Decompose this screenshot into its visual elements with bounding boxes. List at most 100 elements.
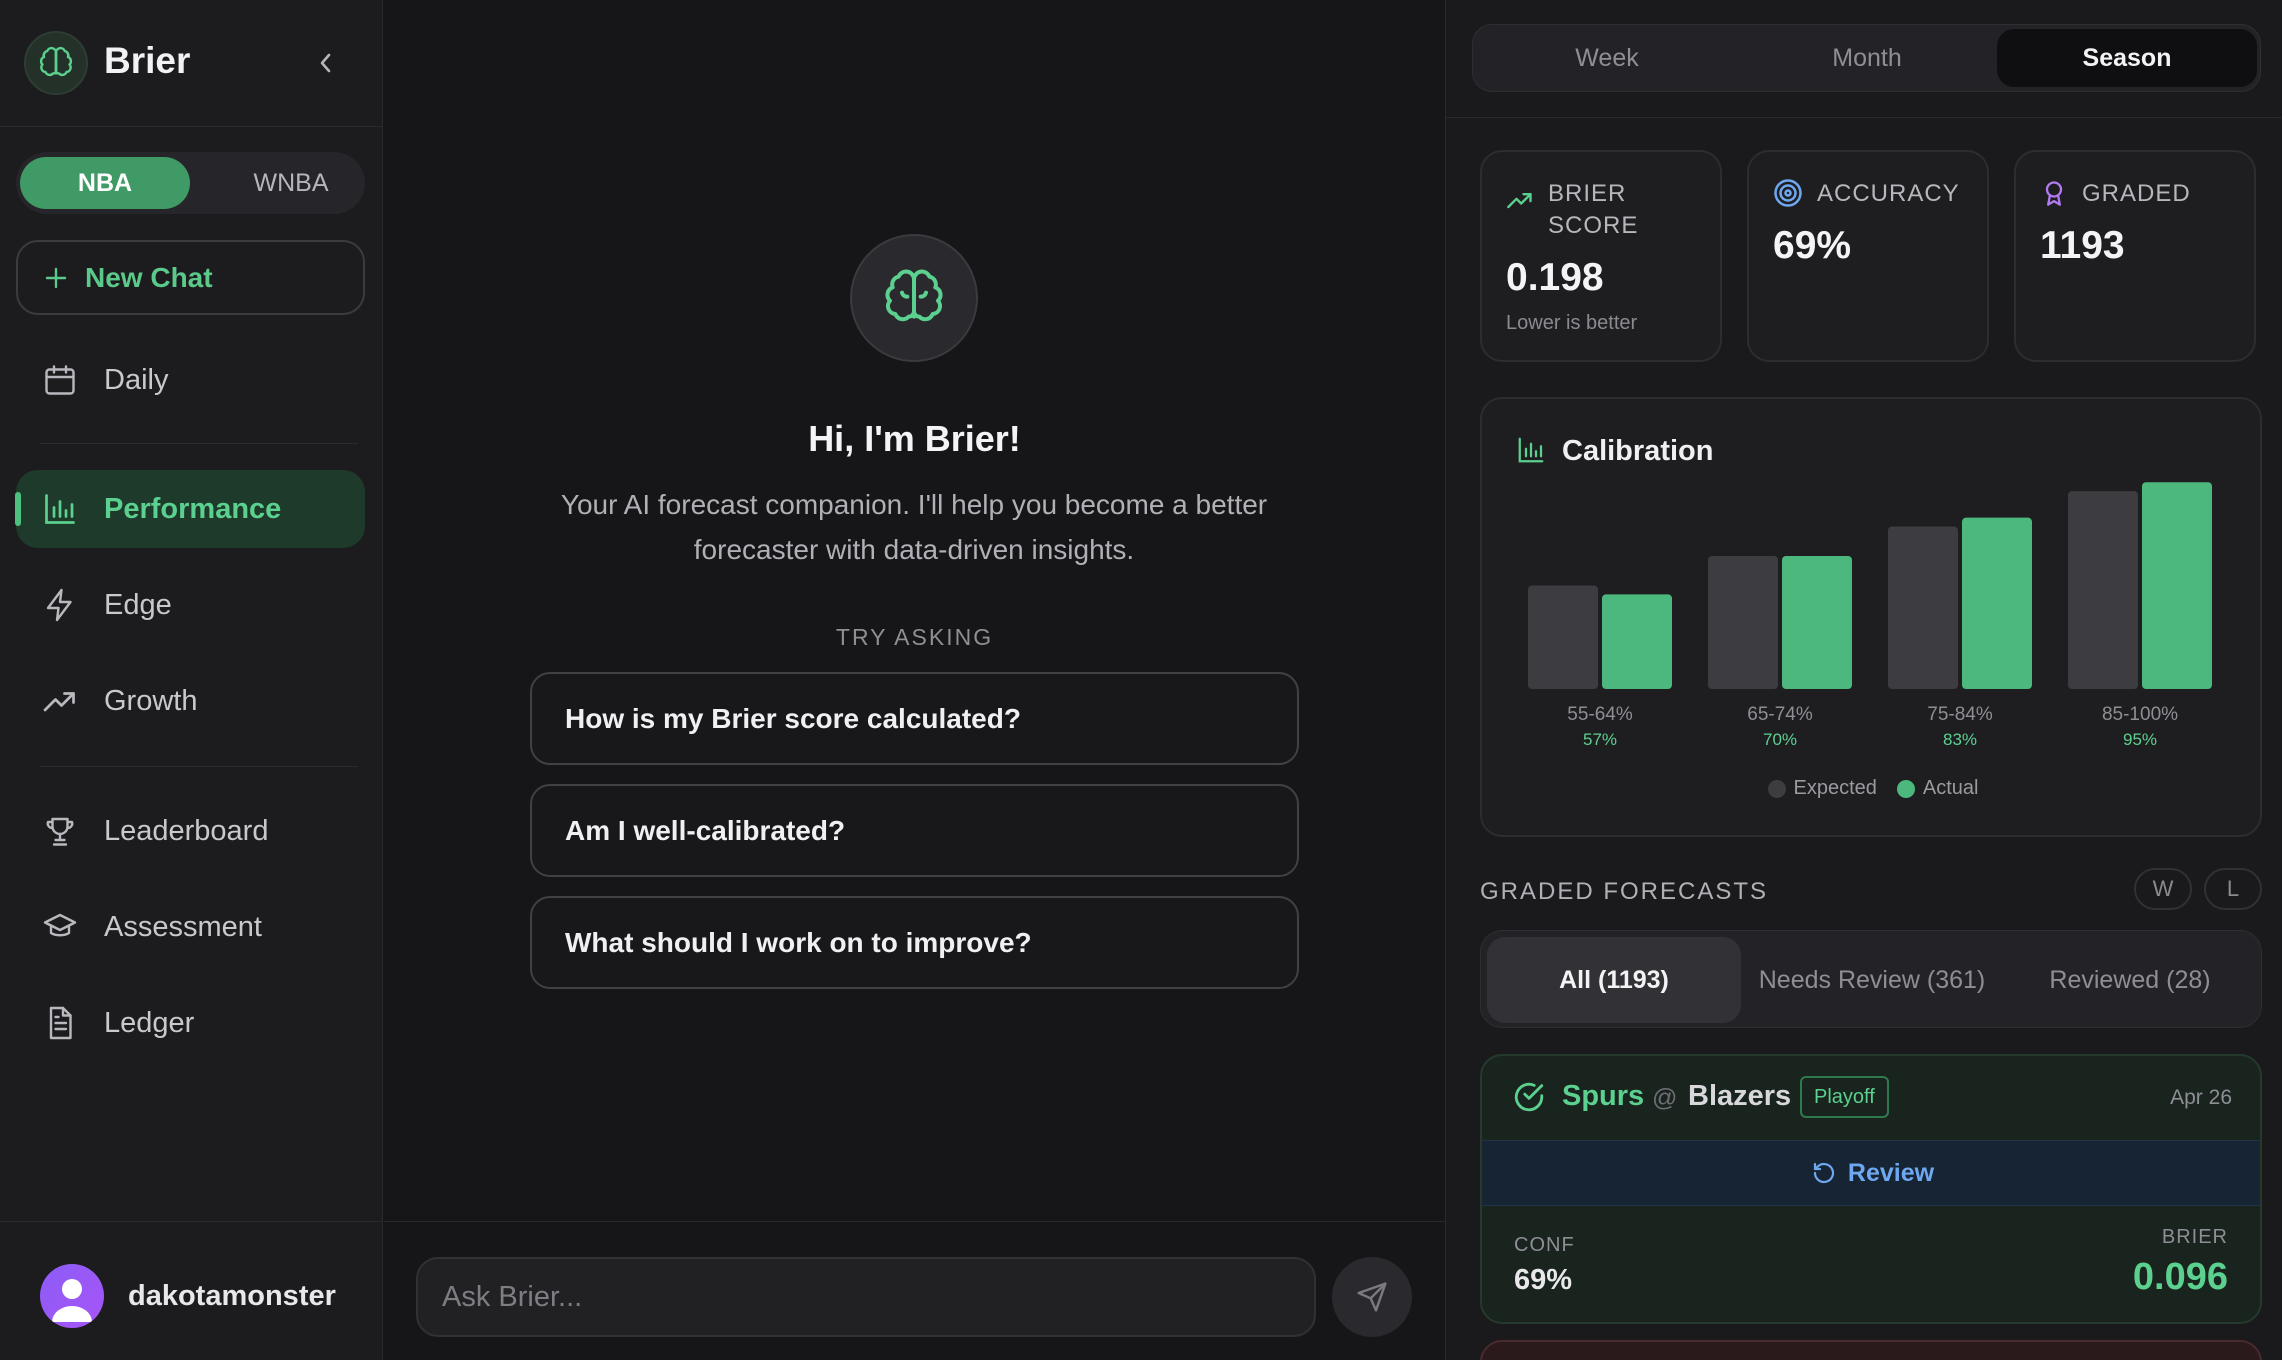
sidebar-item-performance[interactable]: Performance	[15, 470, 365, 548]
ask-input[interactable]	[416, 1257, 1316, 1337]
at-symbol: @	[1652, 1084, 1678, 1112]
rotate-ccw-icon	[1812, 1161, 1836, 1185]
period-toggle: Week Month Season	[1472, 24, 2261, 92]
chevron-left-icon	[320, 53, 331, 73]
target-icon	[1773, 178, 1803, 208]
graded-card: GRADED 1193	[2014, 150, 2256, 362]
forecast-card[interactable]: Spurs @ Blazers Playoff Apr 26 Review CO…	[1480, 1054, 2262, 1324]
loss-filter-button[interactable]: L	[2204, 868, 2262, 910]
sidebar-item-label: Performance	[104, 492, 282, 525]
expected-bar-2	[1708, 556, 1778, 689]
plus-icon	[45, 267, 67, 288]
sidebar-item-label: Ledger	[104, 1006, 195, 1039]
sidebar-item-daily[interactable]: Daily	[16, 341, 365, 419]
trending-up-icon	[40, 681, 80, 721]
suggestion-button[interactable]: How is my Brier score calculated?	[530, 672, 1299, 765]
opponent-team: Blazers	[1688, 1080, 1792, 1112]
check-circle-icon	[1512, 1080, 1546, 1114]
category-label: 55-64%	[1567, 704, 1633, 725]
expected-bar-3	[1888, 526, 1958, 689]
panel-divider	[1446, 117, 2282, 118]
bar-chart-icon	[1516, 435, 1546, 465]
league-nba[interactable]: NBA	[20, 157, 190, 209]
period-month[interactable]: Month	[1737, 29, 1997, 87]
avatar[interactable]	[40, 1264, 104, 1328]
sidebar-item-label: Growth	[104, 684, 198, 717]
legend-label: Actual	[1922, 777, 1979, 799]
actual-bar-1	[1602, 594, 1672, 689]
review-label: Review	[1847, 1158, 1935, 1187]
confidence-value: 69%	[1514, 1264, 1573, 1296]
nav-divider	[40, 766, 358, 767]
confidence-label: CONF	[1514, 1234, 1575, 1256]
review-button[interactable]: Review	[1482, 1140, 2260, 1206]
brier-score-note: Lower is better	[1506, 312, 1638, 334]
username: dakotamonster	[128, 1280, 336, 1312]
actual-value-label: 70%	[1763, 730, 1797, 749]
brier-score-label: BRIER SCORE	[1548, 180, 1639, 239]
sidebar-item-growth[interactable]: Growth	[16, 662, 365, 740]
send-button[interactable]	[1332, 1257, 1412, 1337]
playoff-badge: Playoff	[1800, 1076, 1889, 1118]
user-footer[interactable]: dakotamonster	[0, 1221, 383, 1360]
sidebar-item-edge[interactable]: Edge	[16, 566, 365, 644]
graduation-cap-icon	[40, 907, 80, 947]
trending-up-icon	[1506, 186, 1534, 214]
brier-score-value: 0.198	[1506, 256, 1604, 299]
greeting-subtitle: Your AI forecast companion. I'll help yo…	[560, 489, 1268, 565]
award-icon	[2040, 178, 2068, 208]
new-chat-button[interactable]: New Chat	[16, 240, 365, 315]
forecast-card-header: Spurs @ Blazers Playoff Apr 26	[1482, 1056, 2260, 1140]
sidebar-item-leaderboard[interactable]: Leaderboard	[16, 792, 365, 870]
graded-label: GRADED	[2082, 180, 2191, 207]
legend-actual: Actual	[1896, 777, 1979, 800]
bar-chart-icon	[40, 489, 80, 529]
brier-value: 0.096	[2132, 1256, 2228, 1298]
calibration-card: 55-64% 57% 65-74% 70% 75-84% 83% 85-100% 95% Ca…	[1480, 397, 2262, 837]
graded-forecasts-label: GRADED FORECASTS	[1480, 878, 1769, 905]
win-filter-button[interactable]: W	[2134, 868, 2192, 910]
forecast-filter-tabs: All (1193) Needs Review (361) Reviewed (…	[1480, 930, 2262, 1028]
filter-needs-review[interactable]: Needs Review (361)	[1745, 937, 1999, 1023]
brain-logo-icon	[24, 31, 88, 95]
actual-bar-2	[1782, 556, 1852, 689]
category-label: 75-84%	[1927, 704, 1993, 725]
brier-score-card: BRIER SCORE 0.198 Lower is better	[1480, 150, 1722, 362]
greeting-title: Hi, I'm Brier!	[808, 418, 1021, 459]
suggestion-button[interactable]: What should I work on to improve?	[530, 896, 1299, 989]
chat-input-bar	[384, 1221, 1445, 1360]
category-label: 65-74%	[1747, 704, 1813, 725]
app-title: Brier	[104, 40, 191, 81]
sidebar-item-label: Daily	[104, 363, 169, 396]
sidebar-item-label: Edge	[104, 588, 172, 621]
actual-value-label: 83%	[1943, 730, 1977, 749]
period-week[interactable]: Week	[1477, 29, 1737, 87]
brain-icon	[850, 234, 978, 362]
sidebar-item-label: Assessment	[104, 910, 262, 943]
sidebar: Brier NBA WNBA New Chat Daily Performanc…	[0, 0, 383, 1360]
league-wnba[interactable]: WNBA	[206, 157, 376, 209]
trophy-icon	[40, 811, 80, 851]
new-chat-label: New Chat	[85, 261, 213, 293]
sidebar-item-assessment[interactable]: Assessment	[16, 888, 365, 966]
brier-label: BRIER	[2161, 1226, 2228, 1248]
actual-value-label: 95%	[2123, 730, 2157, 749]
filter-reviewed[interactable]: Reviewed (28)	[2003, 937, 2257, 1023]
performance-panel: Week Month Season BRIER SCORE 0.198 Lowe…	[1445, 0, 2282, 1360]
expected-bar-1	[1528, 585, 1598, 689]
category-label: 85-100%	[2102, 704, 2178, 725]
actual-value-label: 57%	[1583, 730, 1617, 749]
sidebar-item-ledger[interactable]: Ledger	[16, 984, 365, 1062]
calendar-icon	[40, 360, 80, 400]
collapse-sidebar-button[interactable]	[312, 46, 340, 80]
accuracy-label: ACCURACY	[1817, 180, 1960, 207]
legend-label: Expected	[1793, 777, 1877, 799]
document-icon	[40, 1003, 80, 1043]
forecast-date: Apr 26	[2170, 1086, 2232, 1109]
filter-all[interactable]: All (1193)	[1487, 937, 1741, 1023]
legend-dot	[1767, 779, 1786, 798]
suggestion-button[interactable]: Am I well-calibrated?	[530, 784, 1299, 877]
period-season[interactable]: Season	[1997, 29, 2257, 87]
forecast-card[interactable]	[1480, 1340, 2262, 1360]
chat-area: Hi, I'm Brier! Your AI forecast companio…	[384, 0, 1445, 1360]
